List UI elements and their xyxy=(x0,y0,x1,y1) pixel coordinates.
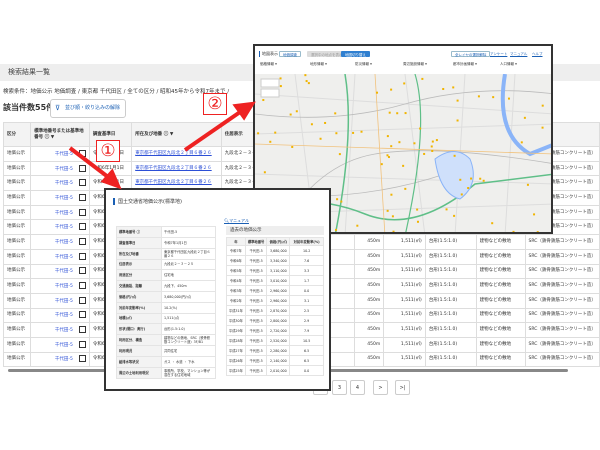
arrow-2 xyxy=(183,108,245,152)
annotation-arrows xyxy=(68,101,256,190)
annotation-2: ② xyxy=(203,93,227,115)
annotation-1: ① xyxy=(96,140,120,162)
